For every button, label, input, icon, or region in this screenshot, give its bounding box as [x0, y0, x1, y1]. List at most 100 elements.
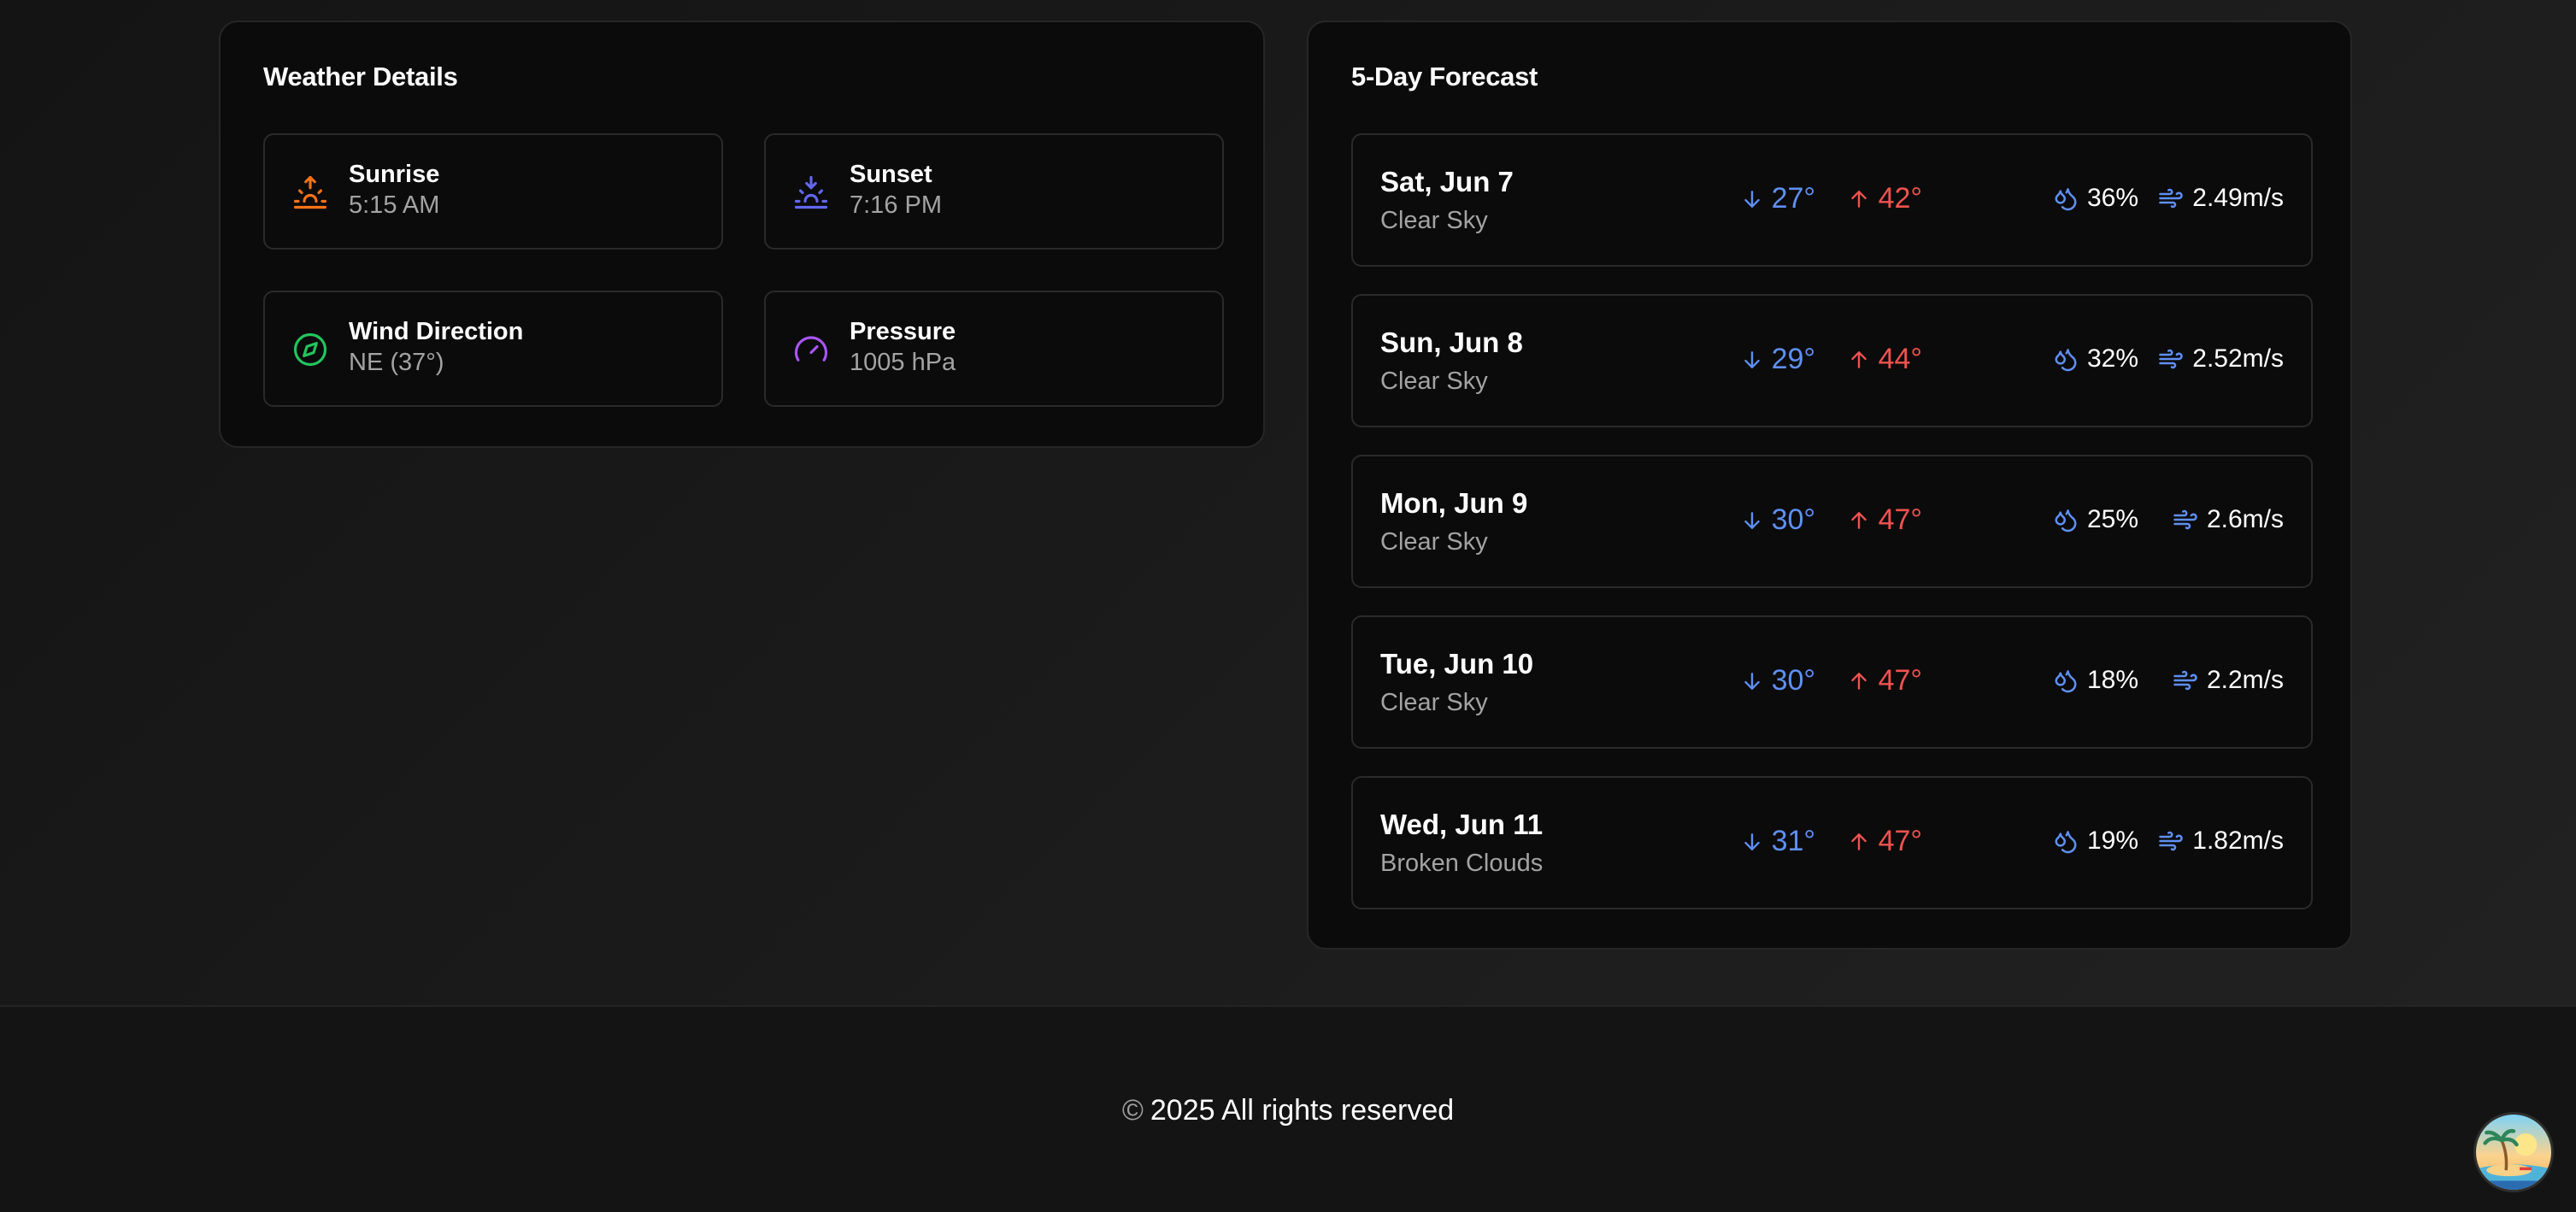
high-temp: 44°	[1878, 343, 1922, 375]
arrow-down-icon	[1741, 509, 1763, 532]
droplets-icon	[2053, 828, 2079, 854]
wind-icon	[2173, 507, 2198, 532]
copyright-symbol: ©	[1121, 1094, 1144, 1127]
forecast-day: Mon, Jun 9	[1380, 487, 1528, 519]
droplets-icon	[2053, 346, 2079, 372]
wind-icon	[2173, 668, 2198, 693]
forecast-humidity: 19%	[2053, 827, 2138, 856]
low-temp: 29°	[1771, 343, 1815, 375]
forecast-day: Sat, Jun 7	[1380, 166, 1514, 197]
sunrise-tile: Sunrise 5:15 AM	[263, 133, 723, 250]
forecast-high: 47°	[1848, 825, 1922, 858]
forecast-row: Wed, Jun 11 Broken Clouds 31° 47° 19% 1.82m/s	[1351, 776, 2313, 909]
arrow-up-icon	[1848, 348, 1870, 372]
wind-direction-tile: Wind Direction NE (37°)	[263, 291, 723, 407]
sunrise-value: 5:15 AM	[349, 191, 440, 219]
sunset-icon	[793, 174, 829, 210]
low-temp: 27°	[1771, 182, 1815, 215]
forecast-row: Mon, Jun 9 Clear Sky 30° 47° 25% 2.6m/s	[1351, 455, 2313, 588]
wind-icon	[2158, 346, 2184, 372]
forecast-description: Broken Clouds	[1380, 850, 1544, 877]
wind-value: 2.49m/s	[2192, 184, 2284, 212]
copyright-text: © 2025 All rights reserved	[0, 1094, 2576, 1127]
forecast-day: Sun, Jun 8	[1380, 327, 1523, 358]
forecast-row: Sun, Jun 8 Clear Sky 29° 44° 32% 2.52m/s	[1351, 294, 2313, 427]
arrow-down-icon	[1741, 669, 1763, 693]
forecast-low: 27°	[1741, 182, 1815, 215]
weather-details-title: Weather Details	[263, 62, 458, 91]
humidity-value: 18%	[2086, 666, 2138, 694]
weather-details-card: Weather Details Sunrise 5:15 AM Sunset 7…	[219, 21, 1265, 448]
forecast-day: Wed, Jun 11	[1380, 809, 1544, 840]
forecast-day: Tue, Jun 10	[1380, 648, 1534, 680]
forecast-description: Clear Sky	[1380, 528, 1488, 556]
sunset-value: 7:16 PM	[850, 191, 942, 219]
wind-direction-value: NE (37°)	[349, 349, 444, 376]
droplets-icon	[2053, 668, 2079, 693]
pressure-label: Pressure	[850, 318, 956, 345]
forecast-humidity: 36%	[2053, 184, 2138, 213]
arrow-down-icon	[1741, 348, 1763, 372]
arrow-down-icon	[1741, 187, 1763, 211]
sunset-tile: Sunset 7:16 PM	[764, 133, 1224, 250]
arrow-up-icon	[1848, 830, 1870, 854]
droplets-icon	[2053, 507, 2079, 532]
low-temp: 30°	[1771, 664, 1815, 697]
wind-value: 1.82m/s	[2192, 827, 2284, 855]
forecast-row: Sat, Jun 7 Clear Sky 27° 42° 36% 2.49m/s	[1351, 133, 2313, 267]
pressure-value: 1005 hPa	[850, 349, 956, 376]
forecast-wind: 2.6m/s	[2173, 505, 2284, 534]
low-temp: 30°	[1771, 503, 1815, 536]
sunset-label: Sunset	[850, 161, 932, 188]
humidity-value: 25%	[2086, 505, 2138, 533]
forecast-wind: 2.52m/s	[2158, 344, 2284, 374]
wind-direction-label: Wind Direction	[349, 318, 524, 345]
forecast-title: 5-Day Forecast	[1351, 62, 1538, 91]
wind-value: 2.52m/s	[2192, 344, 2284, 373]
sunrise-icon	[292, 174, 328, 210]
high-temp: 47°	[1878, 503, 1922, 536]
droplets-icon	[2053, 185, 2079, 211]
low-temp: 31°	[1771, 825, 1815, 857]
humidity-value: 32%	[2086, 344, 2138, 373]
footer: © 2025 All rights reserved	[0, 1005, 2576, 1212]
forecast-high: 47°	[1848, 664, 1922, 697]
forecast-high: 47°	[1848, 503, 1922, 537]
arrow-up-icon	[1848, 187, 1870, 211]
forecast-low: 31°	[1741, 825, 1815, 858]
forecast-low: 30°	[1741, 664, 1815, 697]
forecast-description: Clear Sky	[1380, 368, 1488, 395]
arrow-up-icon	[1848, 509, 1870, 532]
humidity-value: 19%	[2086, 827, 2138, 855]
arrow-down-icon	[1741, 830, 1763, 854]
forecast-high: 44°	[1848, 343, 1922, 376]
high-temp: 42°	[1878, 182, 1922, 215]
forecast-low: 30°	[1741, 503, 1815, 537]
arrow-up-icon	[1848, 669, 1870, 693]
gauge-icon	[793, 332, 829, 368]
forecast-low: 29°	[1741, 343, 1815, 376]
sunrise-label: Sunrise	[349, 161, 440, 188]
forecast-description: Clear Sky	[1380, 689, 1488, 716]
beach-island-avatar-icon[interactable]	[2473, 1112, 2554, 1192]
forecast-description: Clear Sky	[1380, 207, 1488, 234]
wind-icon	[2158, 828, 2184, 854]
compass-icon	[292, 332, 328, 368]
forecast-high: 42°	[1848, 182, 1922, 215]
forecast-card: 5-Day Forecast Sat, Jun 7 Clear Sky 27° 42°…	[1307, 21, 2352, 950]
forecast-humidity: 18%	[2053, 666, 2138, 695]
copyright-label: 2025 All rights reserved	[1150, 1094, 1455, 1127]
humidity-value: 36%	[2086, 184, 2138, 212]
wind-value: 2.2m/s	[2206, 666, 2284, 694]
pressure-tile: Pressure 1005 hPa	[764, 291, 1224, 407]
wind-value: 2.6m/s	[2206, 505, 2284, 533]
forecast-humidity: 32%	[2053, 344, 2138, 374]
high-temp: 47°	[1878, 825, 1922, 857]
forecast-row: Tue, Jun 10 Clear Sky 30° 47° 18% 2.2m/s	[1351, 615, 2313, 749]
forecast-wind: 2.2m/s	[2173, 666, 2284, 695]
forecast-humidity: 25%	[2053, 505, 2138, 534]
forecast-wind: 2.49m/s	[2158, 184, 2284, 213]
forecast-wind: 1.82m/s	[2158, 827, 2284, 856]
wind-icon	[2158, 185, 2184, 211]
high-temp: 47°	[1878, 664, 1922, 697]
